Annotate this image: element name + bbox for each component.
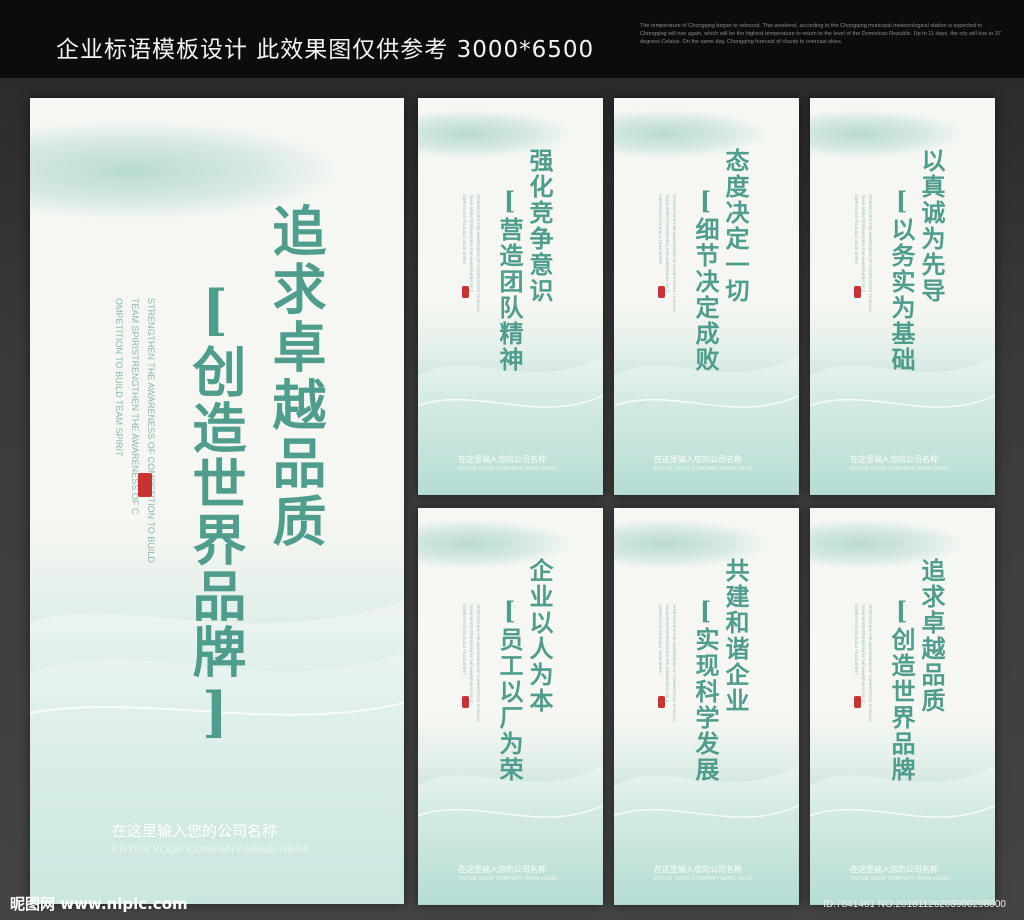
slogan-line-1: 共建和谐企业: [721, 558, 750, 714]
company-name: 在这里输入您的公司名称: [850, 865, 938, 874]
company-name: 在这里输入您的公司名称: [654, 865, 742, 874]
small-poster-5: 共建和谐企业 [实现科学发展 STRENGTHEN THE AWARENESS …: [614, 508, 799, 905]
red-seal-stamp: [854, 286, 861, 298]
small-poster-3: 以真诚为先导 [以务实为基础 STRENGTHEN THE AWARENESS …: [810, 98, 995, 495]
slogan-line-2: [营造团队精神: [495, 186, 524, 373]
slogan-line-1: 追求卓越品质: [263, 203, 327, 551]
site-watermark: 昵图网 www.nipic.com: [10, 895, 188, 913]
slogan-line-2: [创造世界品牌: [887, 596, 916, 783]
red-seal-stamp: [462, 696, 469, 708]
red-seal-stamp: [658, 696, 665, 708]
english-line-2: TEAM SPIRITSTRENGTHEN THE AWARENESS OF C: [469, 194, 474, 293]
slogan-line-1: 强化竞争意识: [525, 148, 554, 304]
small-poster-2: 态度决定一切 [细节决定成败 STRENGTHEN THE AWARENESS …: [614, 98, 799, 495]
english-line-1: STRENGTHEN THE AWARENESS OF COMPETITION …: [672, 194, 677, 312]
english-line-2: TEAM SPIRITSTRENGTHEN THE AWARENESS OF C: [861, 194, 866, 293]
red-seal-stamp: [462, 286, 469, 298]
slogan-line-2: [细节决定成败: [691, 186, 720, 373]
slogan-line-1: 企业以人为本: [525, 558, 554, 714]
company-name: 在这里输入您的公司名称: [850, 455, 938, 464]
english-line-3: OMPETITION TO BUILD TEAM SPIRIT: [658, 604, 663, 675]
red-seal-stamp: [658, 286, 665, 298]
company-name: 在这里输入您的公司名称: [458, 865, 546, 874]
small-poster-4: 企业以人为本 [员工以厂为荣 STRENGTHEN THE AWARENESS …: [418, 508, 603, 905]
company-name-en: ENTER YOUR COMPANY NAME HERE: [654, 876, 754, 882]
company-name-en: ENTER YOUR COMPANY NAME HERE: [458, 466, 558, 472]
slogan-line-2: [员工以厂为荣: [495, 596, 524, 783]
slogan-line-2: [创造世界品牌]: [183, 278, 247, 746]
company-name: 在这里输入您的公司名称: [458, 455, 546, 464]
slogan-line-1: 追求卓越品质: [917, 558, 946, 714]
english-line-3: OMPETITION TO BUILD TEAM SPIRIT: [658, 194, 663, 265]
big-poster: 追求卓越品质 [创造世界品牌] STRENGTHEN THE AWARENESS…: [30, 98, 404, 904]
english-line-2: TEAM SPIRITSTRENGTHEN THE AWARENESS OF C: [861, 604, 866, 703]
company-name: 在这里输入您的公司名称: [654, 455, 742, 464]
english-line-3: OMPETITION TO BUILD TEAM SPIRIT: [114, 298, 124, 457]
company-name-en: ENTER YOUR COMPANY NAME HERE: [850, 876, 950, 882]
red-seal-stamp: [138, 473, 152, 497]
english-line-2: TEAM SPIRITSTRENGTHEN THE AWARENESS OF C: [665, 194, 670, 293]
slogan-line-2: [实现科学发展: [691, 596, 720, 783]
english-line-3: OMPETITION TO BUILD TEAM SPIRIT: [462, 194, 467, 265]
header-note: The temperature of Chongqing began to re…: [640, 23, 1001, 45]
english-line-1: STRENGTHEN THE AWARENESS OF COMPETITION …: [476, 604, 481, 722]
company-name-en: ENTER YOUR COMPANY NAME HERE: [850, 466, 950, 472]
page-title: 企业标语模板设计 此效果图仅供参考 3000*6500: [56, 37, 595, 63]
small-poster-1: 强化竞争意识 [营造团队精神 STRENGTHEN THE AWARENESS …: [418, 98, 603, 495]
company-name: 在这里输入您的公司名称: [112, 822, 278, 840]
english-line-1: STRENGTHEN THE AWARENESS OF COMPETITION …: [146, 298, 156, 563]
slogan-line-1: 以真诚为先导: [917, 148, 946, 304]
english-line-2: TEAM SPIRITSTRENGTHEN THE AWARENESS OF C: [469, 604, 474, 703]
english-line-1: STRENGTHEN THE AWARENESS OF COMPETITION …: [868, 604, 873, 722]
red-seal-stamp: [854, 696, 861, 708]
small-poster-6: 追求卓越品质 [创造世界品牌 STRENGTHEN THE AWARENESS …: [810, 508, 995, 905]
english-line-3: OMPETITION TO BUILD TEAM SPIRIT: [462, 604, 467, 675]
english-line-1: STRENGTHEN THE AWARENESS OF COMPETITION …: [868, 194, 873, 312]
english-line-2: TEAM SPIRITSTRENGTHEN THE AWARENESS OF C: [665, 604, 670, 703]
slogan-line-1: 态度决定一切: [721, 148, 750, 304]
image-id-line: ID:7841461 NO:20181126203900298000: [823, 899, 1006, 910]
english-line-3: OMPETITION TO BUILD TEAM SPIRIT: [854, 604, 859, 675]
english-line-1: STRENGTHEN THE AWARENESS OF COMPETITION …: [672, 604, 677, 722]
company-name-en: ENTER YOUR COMPANY NAME HERE: [458, 876, 558, 882]
company-name-en: ENTER YOUR COMPANY NAME HERE: [112, 844, 311, 856]
slogan-line-2: [以务实为基础: [887, 186, 916, 373]
english-line-3: OMPETITION TO BUILD TEAM SPIRIT: [854, 194, 859, 265]
company-name-en: ENTER YOUR COMPANY NAME HERE: [654, 466, 754, 472]
english-line-1: STRENGTHEN THE AWARENESS OF COMPETITION …: [476, 194, 481, 312]
